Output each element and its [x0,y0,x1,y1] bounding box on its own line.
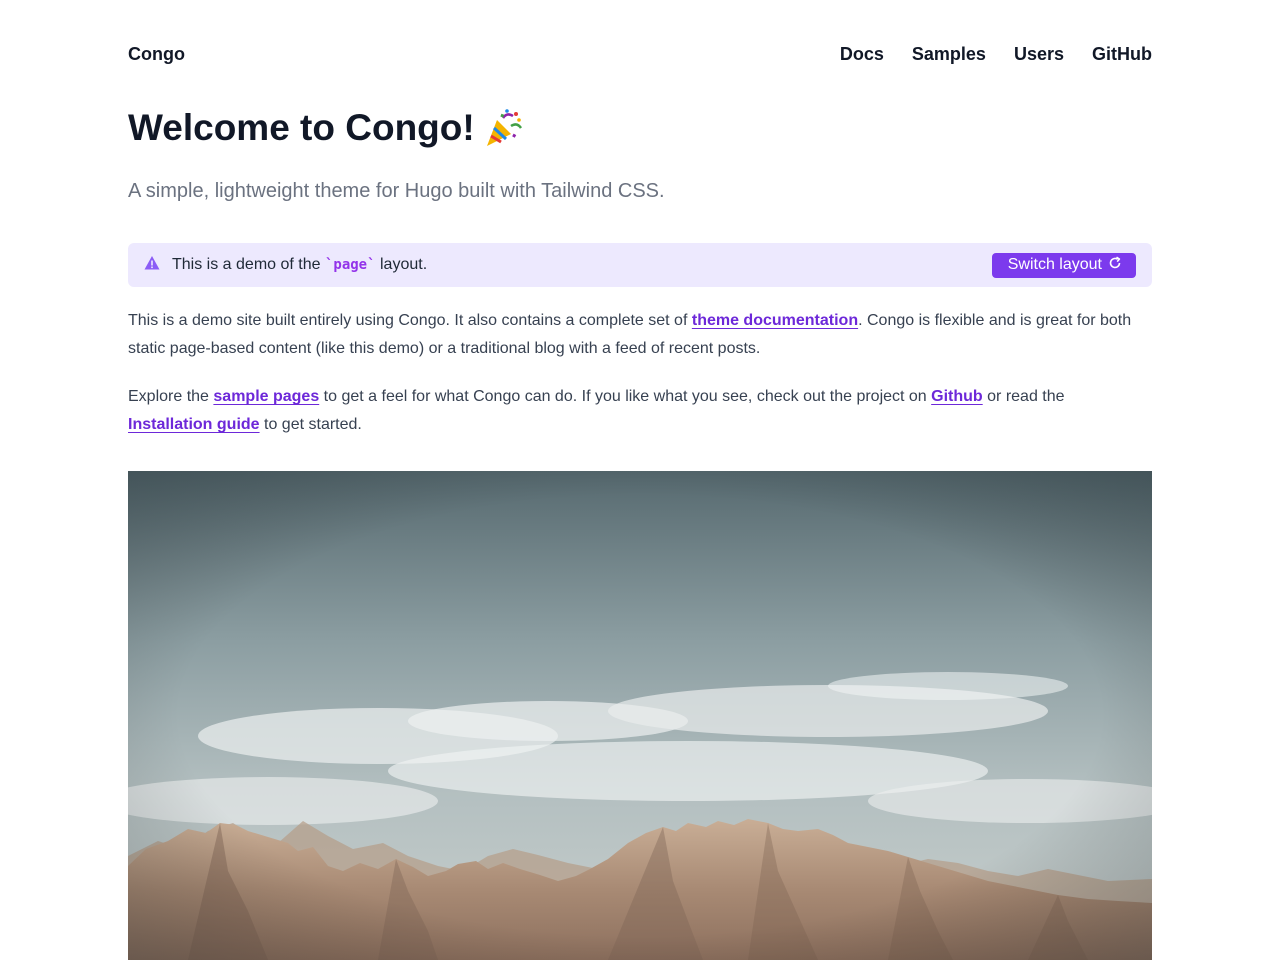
nav-item-github[interactable]: GitHub [1092,44,1152,65]
switch-layout-button[interactable]: Switch layout [991,252,1136,278]
warning-triangle-icon [144,255,160,276]
alert-text-before: This is a demo of the [172,256,321,273]
p2-text-1: Explore the [128,388,209,405]
alert-text-after: layout. [380,256,428,273]
party-popper-icon [483,108,523,148]
alert-code: `page` [324,257,376,273]
p2-text-4: to get started. [264,416,362,433]
page-subtitle: A simple, lightweight theme for Hugo bui… [128,180,665,202]
theme-documentation-link[interactable]: theme documentation [692,312,858,329]
switch-layout-label: Switch layout [1007,256,1102,273]
site-header: Congo Docs Samples Users GitHub [128,40,1152,68]
mountain-landscape-image [128,471,1152,960]
intro-paragraph: This is a demo site built entirely using… [128,307,1152,363]
page: Congo Docs Samples Users GitHub Welcome … [0,0,1280,960]
nav-item-users[interactable]: Users [1014,44,1064,65]
page-title: Welcome to Congo! [128,104,523,152]
alert-text: This is a demo of the `page` layout. [172,256,427,274]
site-title-link[interactable]: Congo [128,44,185,65]
nav-item-docs[interactable]: Docs [840,44,884,65]
refresh-icon [1108,256,1122,275]
page-title-text: Welcome to Congo! [128,107,475,148]
nav-item-samples[interactable]: Samples [912,44,986,65]
p2-text-2: to get a feel for what Congo can do. If … [323,388,927,405]
p1-text-1: This is a demo site built entirely using… [128,312,688,329]
main-nav: Docs Samples Users GitHub [840,44,1152,65]
sample-pages-link[interactable]: sample pages [213,388,319,405]
installation-guide-link[interactable]: Installation guide [128,416,260,433]
github-link[interactable]: Github [931,388,983,405]
p2-text-3: or read the [987,388,1065,405]
layout-alert: This is a demo of the `page` layout. Swi… [128,243,1152,287]
explore-paragraph: Explore the sample pages to get a feel f… [128,383,1152,439]
